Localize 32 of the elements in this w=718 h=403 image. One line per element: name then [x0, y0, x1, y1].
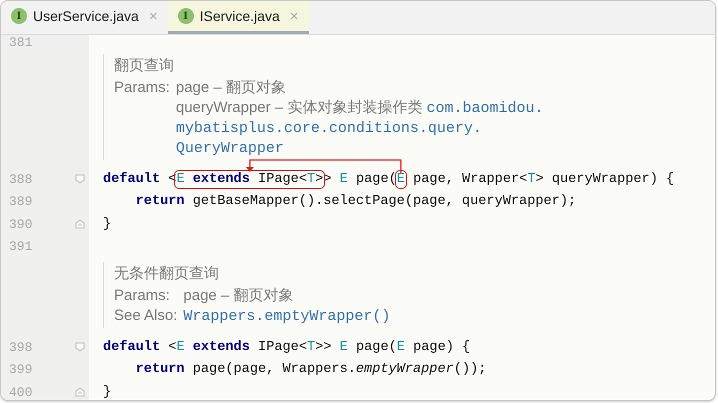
line-number: 389: [8, 194, 34, 210]
doc-label: Params:: [114, 286, 170, 306]
interface-icon: I: [11, 8, 27, 24]
editor-tab[interactable]: I IService.java ×: [168, 1, 309, 34]
line-number: 398: [8, 340, 34, 355]
doc-text: queryWrapper – 实体对象封装操作类 com.baomidou.: [176, 98, 544, 118]
doc-text: QueryWrapper: [176, 139, 284, 158]
code-line: }: [102, 384, 112, 400]
line-number: 390: [8, 216, 34, 232]
code-line: default <E extends IPage<T>> E page(E page) {: [102, 340, 470, 355]
doc-text: page – 翻页对象: [176, 78, 286, 98]
line-number: 388: [8, 172, 34, 187]
highlight-box: E: [396, 172, 405, 187]
highlight-box: E extends IPage<T>: [176, 172, 324, 187]
line-number: 391: [8, 239, 34, 254]
doc-text: Wrappers.emptyWrapper(): [183, 307, 390, 326]
code-line: return page(page, Wrappers.emptyWrapper());: [134, 362, 486, 378]
interface-icon: I: [178, 8, 194, 24]
line-number: 400: [8, 384, 34, 400]
editor-tab[interactable]: I UserService.java ×: [1, 1, 168, 34]
doc-text: page – 翻页对象: [183, 286, 294, 306]
doc-label: Params:: [114, 78, 170, 98]
doc-title: 翻页查询: [114, 56, 175, 76]
code-line: return getBaseMapper().selectPage(page, queryWrapper);: [134, 194, 576, 210]
code-line: }: [102, 216, 112, 232]
doc-title: 无条件翻页查询: [114, 264, 220, 284]
fold-icon[interactable]: [75, 174, 85, 184]
doc-text: mybatisplus.core.conditions.query.: [176, 119, 482, 138]
fold-icon[interactable]: [75, 342, 85, 352]
line-number: 381: [8, 35, 34, 50]
line-number: 399: [8, 362, 34, 378]
doc-label: See Also:: [114, 306, 178, 326]
